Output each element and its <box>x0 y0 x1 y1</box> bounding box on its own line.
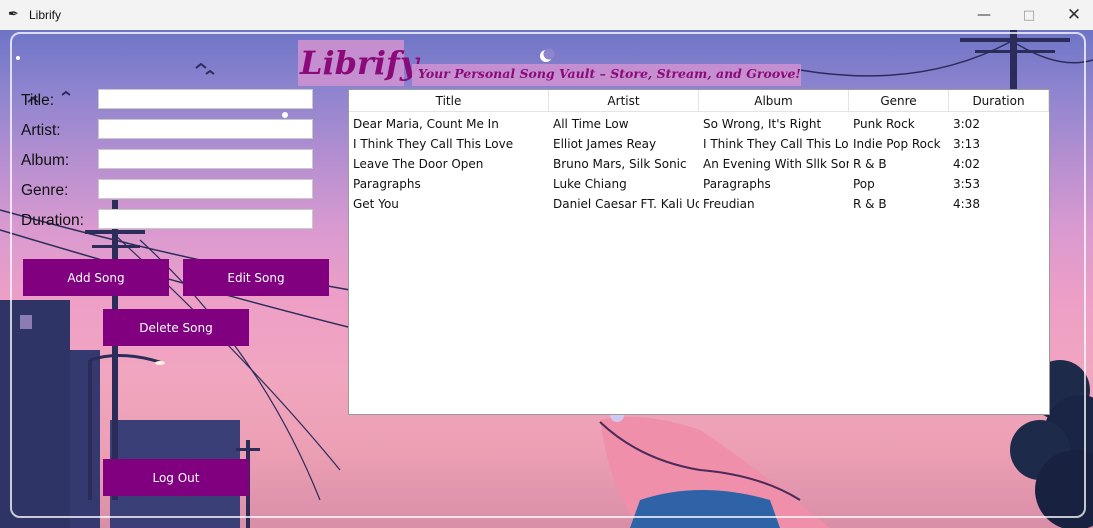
cell-genre: R & B <box>853 197 887 211</box>
cell-artist: All Time Low <box>553 117 629 131</box>
app-logo: Librify <box>300 44 419 82</box>
cell-duration: 3:02 <box>953 117 980 131</box>
genre-input[interactable] <box>98 179 313 199</box>
duration-label: Duration: <box>21 212 84 229</box>
cell-title: Dear Maria, Count Me In <box>353 117 499 131</box>
album-label: Album: <box>21 152 70 169</box>
album-input[interactable] <box>98 149 313 169</box>
song-table[interactable]: Title Artist Album Genre Duration Dear M… <box>348 89 1050 415</box>
table-row[interactable]: Paragraphs Luke Chiang Paragraphs Pop 3:… <box>349 174 1049 194</box>
cell-duration: 3:53 <box>953 177 980 191</box>
maximize-icon[interactable]: □ <box>1006 0 1052 30</box>
window-title: Librify <box>29 8 62 22</box>
cell-duration: 4:02 <box>953 157 980 171</box>
table-row[interactable]: I Think They Call This Love Elliot James… <box>349 134 1049 154</box>
cell-album: An Evening With Sllk Sonic <box>703 157 849 171</box>
cell-genre: Pop <box>853 177 875 191</box>
artist-label: Artist: <box>21 122 61 139</box>
column-header-artist[interactable]: Artist <box>549 90 699 111</box>
cell-duration: 4:38 <box>953 197 980 211</box>
close-icon[interactable]: ✕ <box>1051 0 1093 30</box>
cell-artist: Elliot James Reay <box>553 137 657 151</box>
logout-button[interactable]: Log Out <box>103 459 249 496</box>
app-tagline: Your Personal Song Vault – Store, Stream… <box>418 66 801 81</box>
minimize-icon[interactable]: — <box>961 0 1007 30</box>
cell-title: Paragraphs <box>353 177 421 191</box>
column-header-duration[interactable]: Duration <box>949 90 1049 111</box>
duration-input[interactable] <box>98 209 313 229</box>
delete-song-button[interactable]: Delete Song <box>103 309 249 346</box>
genre-label: Genre: <box>21 182 69 199</box>
cell-album: Freudian <box>703 197 755 211</box>
cell-genre: R & B <box>853 157 887 171</box>
edit-song-button[interactable]: Edit Song <box>183 259 329 296</box>
table-header: Title Artist Album Genre Duration <box>349 90 1049 112</box>
table-row[interactable]: Get You Daniel Caesar FT. Kali Uchis Fre… <box>349 194 1049 214</box>
feather-icon: ✒ <box>8 7 19 22</box>
cell-title: Get You <box>353 197 399 211</box>
column-header-genre[interactable]: Genre <box>849 90 949 111</box>
cell-album: So Wrong, It's Right <box>703 117 822 131</box>
title-input[interactable] <box>98 89 313 109</box>
cell-genre: Punk Rock <box>853 117 915 131</box>
window-titlebar: ✒ Librify — □ ✕ <box>0 0 1093 30</box>
cell-album: I Think They Call This Love <box>703 137 849 151</box>
title-label: Title: <box>21 92 55 109</box>
cell-artist: Luke Chiang <box>553 177 627 191</box>
cell-artist: Bruno Mars, Silk Sonic <box>553 157 687 171</box>
table-body: Dear Maria, Count Me In All Time Low So … <box>349 112 1049 214</box>
add-song-button[interactable]: Add Song <box>23 259 169 296</box>
cell-title: I Think They Call This Love <box>353 137 514 151</box>
column-header-title[interactable]: Title <box>349 90 549 111</box>
cell-album: Paragraphs <box>703 177 771 191</box>
cell-artist: Daniel Caesar FT. Kali Uchis <box>553 197 699 211</box>
table-row[interactable]: Dear Maria, Count Me In All Time Low So … <box>349 114 1049 134</box>
cell-genre: Indie Pop Rock <box>853 137 941 151</box>
cell-title: Leave The Door Open <box>353 157 484 171</box>
cell-duration: 3:13 <box>953 137 980 151</box>
column-header-album[interactable]: Album <box>699 90 849 111</box>
table-row[interactable]: Leave The Door Open Bruno Mars, Silk Son… <box>349 154 1049 174</box>
artist-input[interactable] <box>98 119 313 139</box>
